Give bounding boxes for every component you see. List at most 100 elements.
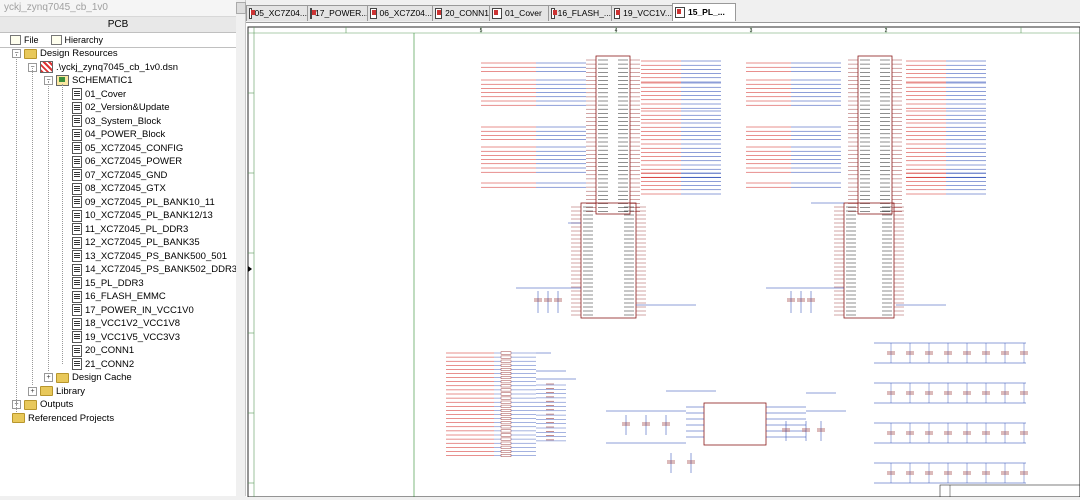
tree-item-page[interactable]: 17_POWER_IN_VCC1V0 (72, 304, 194, 317)
tree-item-design-resources[interactable]: − Design Resources (12, 47, 118, 60)
tree-item-label: 05_XC7Z045_CONFIG (85, 142, 184, 154)
ruler-number: 5 (480, 28, 483, 34)
folder-icon (56, 372, 69, 383)
resistor-symbol (500, 450, 512, 453)
tree-item-page[interactable]: 04_POWER_Block (72, 128, 165, 141)
design-file-icon (40, 61, 53, 73)
tree-item-page[interactable]: 21_CONN2 (72, 358, 134, 371)
tree-item-page[interactable]: 05_XC7Z045_CONFIG (72, 142, 183, 155)
tree-item-page[interactable]: 03_System_Block (72, 115, 161, 128)
tree-item-label: 18_VCC1V2_VCC1V8 (85, 318, 181, 329)
resistor-symbol (500, 392, 512, 396)
tree-item-page[interactable]: 18_VCC1V2_VCC1V8 (72, 317, 180, 330)
tree-item-referenced-projects[interactable]: Referenced Projects (12, 412, 114, 425)
resistor-symbol (500, 368, 512, 371)
tree-item-page[interactable]: 20_CONN1 (72, 344, 134, 357)
tree-item-label: Design Cache (72, 372, 132, 383)
resistor-symbol (500, 355, 512, 359)
expand-toggle[interactable]: + (28, 386, 37, 396)
resistor-symbol (500, 363, 512, 367)
tree-item-label: Outputs (40, 399, 74, 410)
tree-connector (16, 54, 17, 412)
doc-tab[interactable]: 17_POWER... (307, 5, 368, 21)
document-tab-bar: 05_XC7Z04... 17_POWER... 06_XC7Z04... 20_CO… (246, 3, 1080, 21)
tree-item-page[interactable]: 09_XC7Z045_PL_BANK10_11 (72, 196, 215, 209)
ruler-marker (248, 266, 252, 272)
doc-tab-label: 06_XC7Z04... (379, 8, 432, 18)
tree-item-page[interactable]: 15_PL_DDR3 (72, 277, 144, 290)
schematic-page-icon (72, 115, 82, 127)
ic-symbol (857, 55, 893, 215)
doc-tab[interactable]: 16_FLASH_... (548, 5, 612, 21)
tree-item-label: 09_XC7Z045_PL_BANK10_11 (85, 196, 215, 208)
schematic-page-icon (72, 88, 82, 100)
resistor-symbol (500, 372, 512, 375)
panel-splitter[interactable] (236, 0, 246, 496)
hierarchy-icon (50, 35, 62, 45)
tree-item-label: 07_XC7Z045_GND (85, 169, 168, 181)
pcb-tab[interactable]: PCB (0, 17, 236, 33)
schematic-page-icon (72, 196, 82, 208)
doc-tab-label: 20_CONN1 (445, 8, 489, 18)
doc-tab[interactable]: 20_CONN1 (432, 5, 490, 21)
tree-item-label: 08_XC7Z045_GTX (85, 183, 166, 194)
tree-item-outputs[interactable]: + Outputs (12, 398, 73, 411)
schematic-page-icon (72, 331, 82, 343)
resistor-symbol (500, 404, 512, 408)
schematic-page-icon (551, 8, 557, 19)
schematic-canvas[interactable]: 5 4 3 2 (246, 22, 1080, 498)
project-manager-panel: yckj_zynq7045_cb_1v0 PCB File Hierarchy … (0, 0, 237, 496)
tree-item-label: 11_XC7Z045_PL_DDR3 (85, 223, 189, 235)
tree-item-page[interactable]: 08_XC7Z045_GTX (72, 182, 166, 195)
doc-tab[interactable]: 06_XC7Z04... (367, 5, 433, 21)
collapse-button[interactable] (236, 2, 246, 14)
tree-item-page[interactable]: 14_XC7Z045_PS_BANK502_DDR3 (72, 263, 237, 276)
doc-tab[interactable]: 05_XC7Z04... (246, 5, 308, 21)
tree-item-schematic[interactable]: − SCHEMATIC1 (44, 74, 133, 87)
schematic-page-icon (614, 8, 621, 19)
ruler-number: 2 (885, 28, 888, 34)
schematic-page-icon (72, 358, 82, 370)
tree-item-page[interactable]: 07_XC7Z045_GND (72, 169, 167, 182)
resistor-symbol (500, 433, 512, 437)
resistor-symbol (500, 445, 512, 449)
tree-connector (62, 84, 63, 364)
tree-item-page[interactable]: 16_FLASH_EMMC (72, 290, 166, 303)
tree-item-dsn[interactable]: − .\yckj_zynq7045_cb_1v0.dsn (28, 61, 178, 74)
tree-item-page[interactable]: 11_XC7Z045_PL_DDR3 (72, 223, 188, 236)
tree-item-label: 13_XC7Z045_PS_BANK500_501 (85, 250, 228, 262)
schematic-page-icon (72, 223, 82, 235)
folder-icon (12, 413, 25, 423)
tab-hierarchy[interactable]: Hierarchy (45, 33, 110, 47)
expand-toggle[interactable]: + (44, 373, 53, 382)
schematic-page-icon (370, 8, 377, 19)
tree-item-page[interactable]: 12_XC7Z045_PL_BANK35 (72, 236, 200, 249)
tree-item-label: .\yckj_zynq7045_cb_1v0.dsn (56, 61, 178, 73)
tree-connector (48, 81, 49, 371)
tree-item-design-cache[interactable]: + Design Cache (44, 371, 132, 384)
tree-item-page[interactable]: 02_Version&Update (72, 101, 170, 114)
tree-item-page[interactable]: 13_XC7Z045_PS_BANK500_501 (72, 250, 227, 263)
resistor-symbol (500, 388, 512, 392)
tree-item-page[interactable]: 06_XC7Z045_POWER (72, 155, 182, 168)
tree-item-page[interactable]: 01_Cover (72, 88, 126, 101)
doc-tab[interactable]: 01_Cover (489, 5, 549, 21)
tree-item-page[interactable]: 19_VCC1V5_VCC3V3 (72, 331, 180, 344)
resistor-symbol (500, 441, 512, 445)
tree-item-page[interactable]: 10_XC7Z045_PL_BANK12/13 (72, 209, 213, 222)
schematic-page-icon (435, 8, 443, 19)
tree-connector (32, 67, 33, 385)
schematic-page-icon (72, 169, 82, 181)
doc-tab[interactable]: 15_PL_... (672, 3, 736, 21)
tree-item-label: 21_CONN2 (85, 358, 135, 370)
resistor-symbol (500, 421, 512, 425)
doc-tab[interactable]: 19_VCC1V... (611, 5, 673, 21)
tree-item-library[interactable]: + Library (28, 385, 85, 398)
tree-item-label: 16_FLASH_EMMC (85, 291, 166, 302)
schematic-page-icon (72, 250, 82, 262)
schematic-page-icon (492, 8, 502, 19)
resistor-symbol (500, 409, 512, 412)
resistor-symbol (500, 425, 512, 429)
tree-item-label: 02_Version&Update (85, 102, 170, 113)
tab-file[interactable]: File (4, 33, 45, 47)
